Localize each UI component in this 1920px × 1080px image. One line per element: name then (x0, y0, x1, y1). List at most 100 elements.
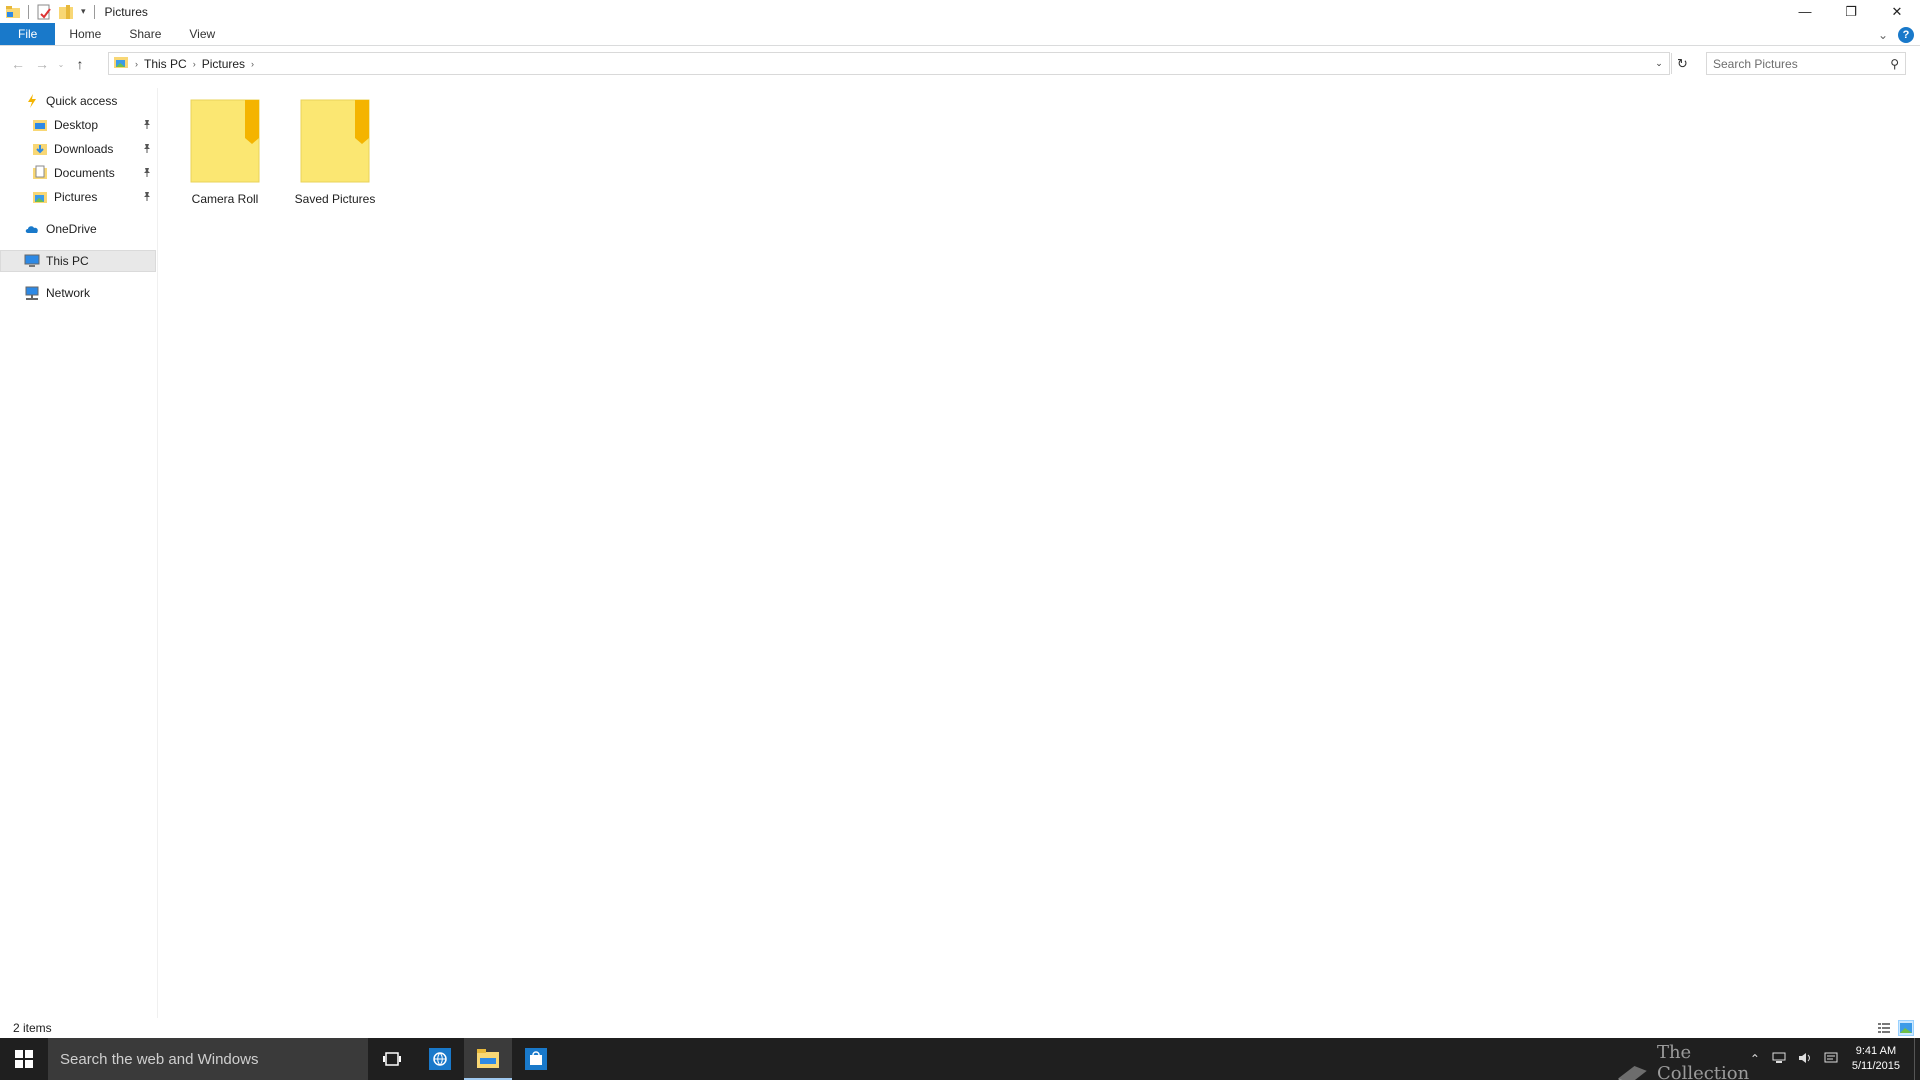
pin-icon[interactable] (142, 143, 152, 156)
nav-label: Quick access (46, 94, 118, 108)
star-icon (24, 93, 40, 109)
toolbar-separator (28, 4, 29, 19)
breadcrumb-pictures[interactable]: Pictures (202, 57, 245, 71)
nav-label: Pictures (54, 190, 98, 204)
nav-label: Documents (54, 166, 115, 180)
quick-access-toolbar: ▾ (0, 0, 99, 23)
pin-icon[interactable] (142, 191, 152, 204)
refresh-button[interactable]: ↻ (1671, 53, 1693, 74)
address-history-dropdown[interactable]: ⌄ (1649, 58, 1669, 69)
clock-date: 5/11/2015 (1851, 1060, 1900, 1072)
windows-logo-icon (15, 1050, 33, 1068)
taskbar-browser[interactable] (416, 1038, 464, 1080)
pictures-location-icon (113, 54, 129, 73)
nav-label: Network (46, 286, 91, 300)
watermark-text: The Collection Book (1656, 1042, 1750, 1080)
start-button[interactable] (0, 1038, 48, 1080)
network-tray-icon[interactable] (1772, 1052, 1786, 1067)
status-bar: 2 items (0, 1018, 1920, 1038)
view-toggle (1876, 1020, 1914, 1036)
expand-ribbon-icon[interactable]: ⌄ (1878, 28, 1888, 42)
pictures-icon (32, 189, 48, 205)
pin-icon[interactable] (142, 119, 152, 132)
nav-quick-access[interactable]: Quick access (24, 90, 117, 112)
search-box[interactable]: ⚲ (1706, 52, 1906, 75)
network-icon (24, 285, 40, 301)
pin-icon[interactable] (142, 167, 152, 180)
taskbar-store[interactable] (512, 1038, 560, 1080)
address-right: ⌄ (1649, 53, 1669, 74)
new-folder-icon[interactable] (58, 4, 74, 20)
cloud-icon (24, 221, 40, 237)
tab-view[interactable]: View (175, 23, 229, 45)
details-view-icon[interactable] (1876, 1020, 1892, 1036)
folder-name: Camera Roll (191, 192, 259, 206)
nav-onedrive[interactable]: OneDrive (24, 218, 97, 240)
window-title: Pictures (104, 4, 148, 19)
window-controls: — ❐ ✕ (1782, 0, 1920, 23)
documents-icon (32, 165, 48, 181)
system-tray: The Collection Book ⌃ 9:41 AM 5/11/2015 (1618, 1038, 1920, 1080)
taskbar: Search the web and Windows The Collectio… (0, 1038, 1920, 1080)
nav-desktop[interactable]: Desktop (32, 114, 158, 136)
folder-icon (297, 98, 373, 184)
tab-share[interactable]: Share (115, 23, 175, 45)
large-icons-view-icon[interactable] (1898, 1020, 1914, 1036)
maximize-button[interactable]: ❐ (1828, 0, 1874, 23)
folder-saved-pictures[interactable]: Saved Pictures (285, 88, 385, 206)
breadcrumb-this-pc[interactable]: This PC (144, 57, 187, 71)
nav-downloads[interactable]: Downloads (32, 138, 158, 160)
taskbar-file-explorer[interactable] (464, 1038, 512, 1080)
file-explorer-icon (477, 1049, 499, 1068)
explorer-icon[interactable] (5, 4, 21, 20)
address-bar[interactable]: › This PC › Pictures › ⌄ ↻ (108, 52, 1688, 75)
store-icon (525, 1048, 547, 1070)
task-view-icon (383, 1052, 401, 1066)
downloads-icon (32, 141, 48, 157)
nav-documents[interactable]: Documents (32, 162, 158, 184)
folder-camera-roll[interactable]: Camera Roll (175, 88, 275, 206)
browser-icon (429, 1048, 451, 1070)
back-button[interactable]: ← (6, 52, 30, 76)
volume-icon[interactable] (1798, 1052, 1812, 1067)
ribbon-tabs: File Home Share View ⌄ ? (0, 23, 1920, 46)
computer-icon (24, 253, 40, 269)
nav-label: Desktop (54, 118, 99, 132)
folder-name: Saved Pictures (294, 192, 376, 206)
nav-network[interactable]: Network (24, 282, 90, 304)
forward-button[interactable]: → (30, 52, 54, 76)
tab-file[interactable]: File (0, 23, 56, 45)
clock-time: 9:41 AM (1855, 1045, 1897, 1057)
title-bar: ▾ Pictures — ❐ ✕ (0, 0, 1920, 23)
taskbar-search[interactable]: Search the web and Windows (48, 1038, 368, 1080)
customize-toolbar-dropdown[interactable]: ▾ (81, 6, 86, 17)
recent-locations-button[interactable]: ⌄ (54, 52, 68, 76)
search-input[interactable] (1713, 56, 1883, 71)
breadcrumb-separator[interactable]: › (251, 59, 254, 69)
nav-label: Downloads (54, 142, 114, 156)
file-list[interactable]: Camera Roll Saved Pictures (160, 88, 1920, 1018)
action-center-icon[interactable] (1824, 1052, 1838, 1067)
nav-pictures[interactable]: Pictures (32, 186, 158, 208)
search-icon[interactable]: ⚲ (1890, 57, 1899, 71)
close-button[interactable]: ✕ (1874, 0, 1920, 23)
clock[interactable]: 9:41 AM 5/11/2015 (1852, 1044, 1900, 1074)
folder-icon (187, 98, 263, 184)
nav-label: This PC (46, 254, 89, 268)
properties-icon[interactable] (36, 4, 52, 20)
nav-this-pc[interactable]: This PC (0, 250, 156, 272)
minimize-button[interactable]: — (1782, 0, 1828, 23)
breadcrumb-separator[interactable]: › (135, 59, 138, 69)
show-desktop-button[interactable] (1914, 1038, 1920, 1080)
ribbon-right-controls: ⌄ ? (1878, 23, 1914, 46)
navigation-pane: Quick access Desktop Downloads Documents (0, 88, 158, 1018)
desktop-icon (32, 117, 48, 133)
item-count: 2 items (13, 1021, 52, 1035)
tab-home[interactable]: Home (55, 23, 115, 45)
breadcrumb-separator[interactable]: › (193, 59, 196, 69)
help-icon[interactable]: ? (1898, 26, 1914, 43)
up-button[interactable]: ↑ (68, 52, 92, 76)
task-view-button[interactable] (368, 1038, 416, 1080)
navigation-bar: ← → ⌄ ↑ › This PC › Pictures › ⌄ ↻ ⚲ (0, 50, 1920, 78)
watermark: The Collection Book (1616, 1042, 1770, 1080)
